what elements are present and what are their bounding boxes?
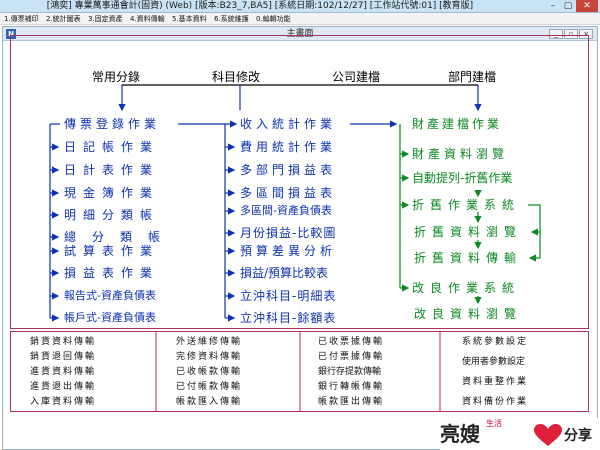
menu-item-statistics-charts[interactable]: 2.統計圖表 xyxy=(46,13,81,25)
depreciation-transfer-item[interactable]: 折舊資料傳輸 xyxy=(414,251,522,265)
offset-detail-item[interactable]: 立沖科目-明細表 xyxy=(240,289,336,303)
budget-variance-item[interactable]: 預算差異分析 xyxy=(240,244,336,258)
improvement-browse-item[interactable]: 改良資料瀏覽 xyxy=(414,307,522,321)
menu-item-basic-data[interactable]: 5.基本資料 xyxy=(172,13,207,25)
minimize-button[interactable]: – xyxy=(546,0,560,12)
multi-period-income-item[interactable]: 多區間損益表 xyxy=(240,186,336,200)
bottom-item[interactable]: 資料備份作業 xyxy=(462,397,528,408)
multi-dept-income-item[interactable]: 多部門損益表 xyxy=(240,163,336,177)
expense-stats-item[interactable]: 費用統計作業 xyxy=(240,140,336,154)
bottom-item[interactable]: 已收票據傳輸 xyxy=(318,337,384,348)
bottom-item[interactable]: 帳款匯出傳輸 xyxy=(318,397,384,408)
menu-item-voucher-reprint[interactable]: 1.傳票補印 xyxy=(4,13,39,25)
report-balance-sheet-item[interactable]: 報告式-資產負債表 xyxy=(64,289,156,303)
depreciation-browse-item[interactable]: 折舊資料瀏覽 xyxy=(414,225,522,239)
window-titlebar: [鴻奕] 專業萬事通會計(固資) (Web) [版本:B23_7,BA5] [系… xyxy=(0,0,600,13)
journal-item[interactable]: 日記帳作業 xyxy=(64,140,159,154)
detail-ledger-item[interactable]: 明細分類帳 xyxy=(64,208,159,222)
close-button[interactable]: ✕ xyxy=(576,0,598,12)
watermark-text: 亮嫂 xyxy=(440,422,480,446)
header-common-entries[interactable]: 常用分錄 xyxy=(92,70,140,84)
offset-balance-item[interactable]: 立沖科目-餘額表 xyxy=(240,311,336,325)
bottom-item[interactable]: 已付票據傳輸 xyxy=(318,352,384,363)
bottom-item[interactable]: 銷貨資料傳輸 xyxy=(30,337,96,348)
header-company-setup[interactable]: 公司建檔 xyxy=(332,70,380,84)
menu-item-data-transfer[interactable]: 4.資料傳輸 xyxy=(130,13,165,25)
income-budget-compare-item[interactable]: 損益/預算比較表 xyxy=(240,266,328,280)
bottom-item[interactable]: 使用者參數設定 xyxy=(462,357,525,368)
bottom-item[interactable]: 資料重整作業 xyxy=(462,377,528,388)
income-stats-item[interactable]: 收入統計作業 xyxy=(240,117,336,131)
menu-item-fixed-assets[interactable]: 3.固定資產 xyxy=(88,13,123,25)
asset-browse-item[interactable]: 財產資料瀏覽 xyxy=(412,147,508,161)
cashbook-item[interactable]: 現金簿作業 xyxy=(64,186,159,200)
depreciation-system-item[interactable]: 折舊作業系統 xyxy=(412,198,520,212)
asset-setup-item[interactable]: 財產建檔作業 xyxy=(412,117,502,131)
bottom-item[interactable]: 已收帳款傳輸 xyxy=(176,367,242,378)
menu-bar: 1.傳票補印 2.統計圖表 3.固定資產 4.資料傳輸 5.基本資料 6.系統維… xyxy=(0,13,600,25)
account-balance-sheet-item[interactable]: 帳戶式-資產負債表 xyxy=(64,311,156,325)
menu-item-edit-functions[interactable]: 0.編輯功能 xyxy=(256,13,291,25)
bottom-item[interactable]: 進貨退出傳輸 xyxy=(30,382,96,393)
auto-depreciation-item[interactable]: 自動提列-折舊作業 xyxy=(412,171,512,185)
bottom-item[interactable]: 銀行轉帳傳輸 xyxy=(318,382,384,393)
bottom-item[interactable]: 入庫資料傳輸 xyxy=(30,397,96,408)
monthly-comparison-chart-item[interactable]: 月份損益-比較圖 xyxy=(240,226,336,240)
trial-balance-item[interactable]: 試算表作業 xyxy=(64,244,159,258)
watermark-tail-text: 分享 xyxy=(564,428,592,444)
improvement-system-item[interactable]: 改良作業系統 xyxy=(412,281,520,295)
bottom-item[interactable]: 系統參數設定 xyxy=(462,337,528,348)
bottom-item[interactable]: 進貨資料傳輸 xyxy=(30,367,96,378)
menu-item-system-maintenance[interactable]: 6.系統維護 xyxy=(214,13,249,25)
bottom-item[interactable]: 已付帳款傳輸 xyxy=(176,382,242,393)
maximize-button[interactable]: ▢ xyxy=(561,0,575,12)
daily-report-item[interactable]: 日計表作業 xyxy=(64,163,159,177)
multi-period-balance-sheet-item[interactable]: 多區間-資產負債表 xyxy=(240,204,332,218)
bottom-item[interactable]: 帳款匯入傳輸 xyxy=(176,397,242,408)
heart-icon xyxy=(534,424,562,446)
header-dept-setup[interactable]: 部門建檔 xyxy=(448,70,496,84)
general-ledger-item[interactable]: 總分類帳 xyxy=(64,230,176,244)
header-subject-edit[interactable]: 科目修改 xyxy=(212,70,260,84)
bottom-item[interactable]: 外送維修傳輸 xyxy=(176,337,242,348)
watermark-logo: 亮嫂 生活 分享 xyxy=(440,418,600,450)
voucher-entry-item[interactable]: 傳票登錄作業 xyxy=(64,117,160,131)
bottom-item[interactable]: 銷貨退回傳輸 xyxy=(30,352,96,363)
watermark-small-text: 生活 xyxy=(486,419,502,428)
bottom-item[interactable]: 完修資料傳輸 xyxy=(176,352,242,363)
bottom-item[interactable]: 銀行存提款傳輸 xyxy=(318,367,381,378)
income-statement-item[interactable]: 損益表作業 xyxy=(64,266,159,280)
window-title: [鴻奕] 專業萬事通會計(固資) (Web) [版本:B23_7,BA5] [系… xyxy=(46,1,474,11)
